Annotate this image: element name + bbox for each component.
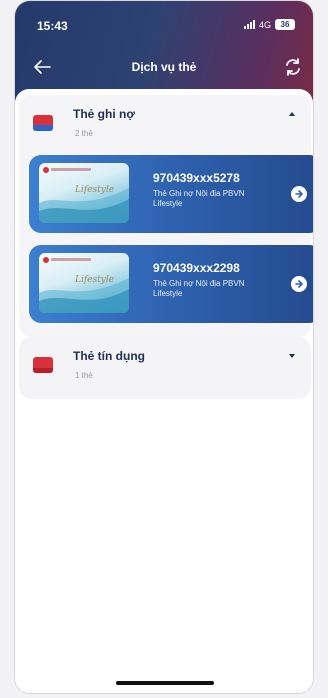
debit-section-header[interactable]: Thẻ ghi nợ 2 thẻ xyxy=(19,95,311,151)
card-script-text: Lifestyle xyxy=(75,185,115,195)
arrow-right-icon[interactable] xyxy=(291,186,307,202)
chevron-up-icon[interactable] xyxy=(287,109,297,119)
bank-name-strip xyxy=(51,168,91,171)
debit-card-count: 2 thẻ xyxy=(75,129,93,138)
credit-section-title: Thẻ tín dụng xyxy=(73,349,145,363)
debit-card-item-2[interactable]: Lifestyle 970439xxx2298 Thẻ Ghi nợ Nội đ… xyxy=(29,245,313,323)
credit-card-count: 1 thẻ xyxy=(75,371,93,380)
card-number: 970439xxx2298 xyxy=(153,261,240,275)
network-label: 4G xyxy=(258,19,271,30)
debit-section-title: Thẻ ghi nợ xyxy=(73,107,135,121)
phone-frame: 15:43 4G 36 Dịch vụ thẻ Thẻ ghi nợ 2 thẻ… xyxy=(14,0,314,694)
card-number: 970439xxx5278 xyxy=(153,171,240,185)
battery-level: 36 xyxy=(280,20,290,29)
debit-card-item-1[interactable]: Lifestyle 970439xxx5278 Thẻ Ghi nợ Nội đ… xyxy=(29,155,313,233)
signal-icon xyxy=(243,20,255,29)
credit-card-section[interactable]: Thẻ tín dụng 1 thẻ xyxy=(19,337,311,399)
card-description: Thẻ Ghi nợ Nội địa PBVN Lifestyle xyxy=(153,279,245,298)
card-image: Lifestyle xyxy=(39,163,129,223)
status-bar-right: 4G 36 xyxy=(243,19,295,30)
card-image: Lifestyle xyxy=(39,253,129,313)
chevron-down-icon[interactable] xyxy=(287,351,297,361)
card-script-text: Lifestyle xyxy=(75,275,115,285)
content-area: Thẻ ghi nợ 2 thẻ Lifestyle 970439xxx5278 xyxy=(15,89,313,693)
bank-logo-icon xyxy=(43,257,49,263)
page-title: Dịch vụ thẻ xyxy=(131,60,197,74)
home-indicator xyxy=(116,681,214,685)
card-description: Thẻ Ghi nợ Nội địa PBVN Lifestyle xyxy=(153,189,245,208)
bank-logo-icon xyxy=(43,167,49,173)
debit-card-icon xyxy=(33,115,53,131)
status-time: 15:43 xyxy=(37,19,68,33)
bank-name-strip xyxy=(51,258,91,261)
debit-card-section: Thẻ ghi nợ 2 thẻ Lifestyle 970439xxx5278 xyxy=(19,95,313,337)
battery-icon: 36 xyxy=(275,19,295,30)
credit-card-icon xyxy=(33,357,53,373)
refresh-icon[interactable] xyxy=(283,57,303,77)
arrow-right-icon[interactable] xyxy=(291,276,307,292)
